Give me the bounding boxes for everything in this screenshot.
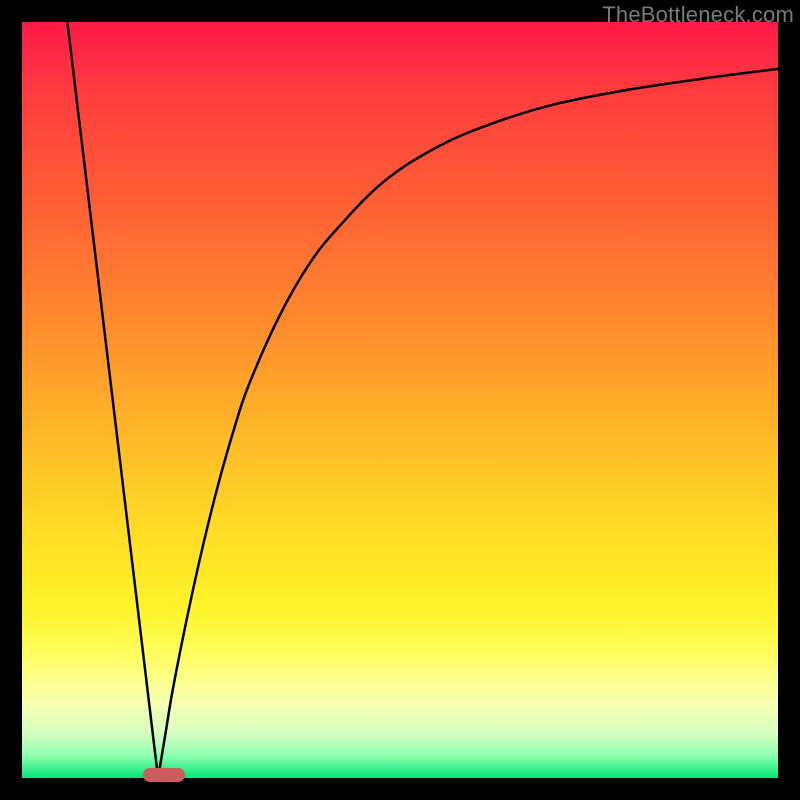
series-right-curve — [158, 69, 778, 778]
chart-canvas: TheBottleneck.com — [0, 0, 800, 800]
series-left-slope — [67, 22, 158, 778]
curve-layer — [22, 22, 778, 778]
watermark-text: TheBottleneck.com — [602, 2, 794, 28]
plot-area — [22, 22, 778, 778]
minimum-marker — [143, 768, 185, 782]
